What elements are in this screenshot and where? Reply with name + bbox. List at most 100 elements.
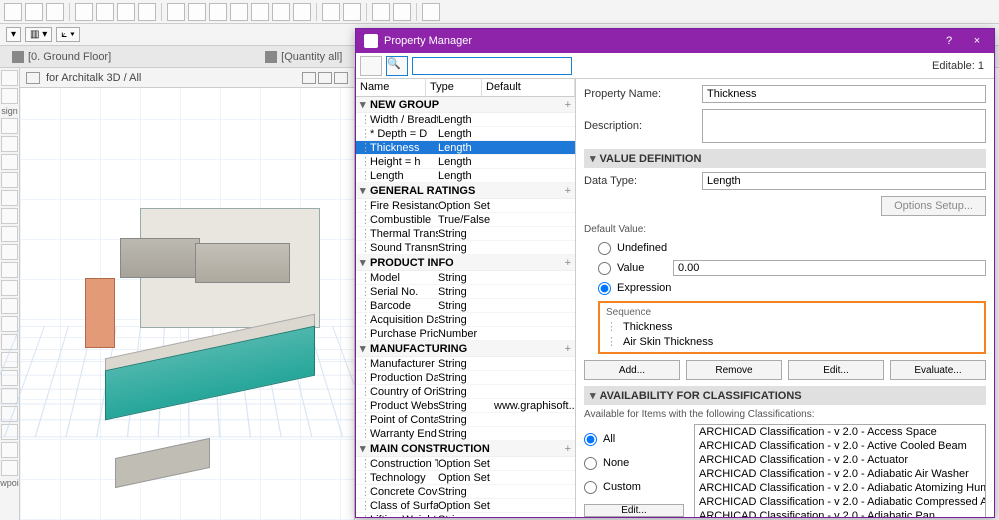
add-button[interactable]: Add...: [584, 360, 680, 380]
classification-item[interactable]: ARCHICAD Classification - v 2.0 - Active…: [695, 439, 985, 453]
radio-custom[interactable]: [584, 481, 597, 494]
property-row[interactable]: ⋮Height = hLength: [356, 155, 575, 169]
property-group[interactable]: ▾NEW GROUP+: [356, 97, 575, 113]
value-input[interactable]: 0.00: [673, 260, 986, 276]
tool-icon[interactable]: [272, 3, 290, 21]
property-group[interactable]: ▾MANUFACTURING+: [356, 341, 575, 357]
property-group[interactable]: ▾GENERAL RATINGS+: [356, 183, 575, 199]
shell-tool-icon[interactable]: [1, 280, 18, 296]
search-icon[interactable]: 🔍: [386, 56, 408, 76]
door-tool-icon[interactable]: [1, 136, 18, 152]
expression-item[interactable]: ⋮Air Skin Thickness: [606, 335, 978, 348]
radio-none[interactable]: [584, 457, 597, 470]
property-row[interactable]: ⋮Point of ContactString: [356, 413, 575, 427]
property-group[interactable]: ▾MAIN CONSTRUCTION+: [356, 441, 575, 457]
radio-all[interactable]: [584, 433, 597, 446]
slab-tool-icon[interactable]: [1, 208, 18, 224]
beam-tool-icon[interactable]: [1, 190, 18, 206]
property-row[interactable]: ⋮Concrete Cover a...String: [356, 485, 575, 499]
property-row[interactable]: ⋮Width / Breadth ...Length: [356, 113, 575, 127]
new-property-icon[interactable]: [360, 56, 382, 76]
remove-button[interactable]: Remove: [686, 360, 782, 380]
property-row[interactable]: ⋮ModelString: [356, 271, 575, 285]
tool-icon[interactable]: [343, 3, 361, 21]
tab-quantity-all[interactable]: [Quantity all]: [257, 49, 350, 65]
classification-item[interactable]: ARCHICAD Classification - v 2.0 - Adiaba…: [695, 481, 985, 495]
arrow-tool-icon[interactable]: [1, 70, 18, 86]
property-tree[interactable]: Name Type Default ▾NEW GROUP+⋮Width / Br…: [356, 79, 576, 517]
tool-icon[interactable]: [75, 3, 93, 21]
classification-list[interactable]: ARCHICAD Classification - v 2.0 - Access…: [694, 424, 986, 517]
selection-arrow-icon[interactable]: [422, 3, 440, 21]
tool-icon[interactable]: [4, 3, 22, 21]
classification-item[interactable]: ARCHICAD Classification - v 2.0 - Actuat…: [695, 453, 985, 467]
stair-tool-icon[interactable]: [1, 244, 18, 260]
tool-icon[interactable]: [251, 3, 269, 21]
marquee-tool-icon[interactable]: [1, 88, 18, 104]
curtain-wall-tool-icon[interactable]: [1, 298, 18, 314]
property-row[interactable]: ⋮* Depth = DLength: [356, 127, 575, 141]
property-group[interactable]: ▾PRODUCT INFO+: [356, 255, 575, 271]
property-row[interactable]: ⋮BarcodeString: [356, 299, 575, 313]
wall-tool-icon[interactable]: [1, 118, 18, 134]
radio-value[interactable]: [598, 262, 611, 275]
tool-icon[interactable]: [167, 3, 185, 21]
tool-icon[interactable]: [46, 3, 64, 21]
morph-tool-icon[interactable]: [1, 316, 18, 332]
col-default[interactable]: Default: [482, 79, 575, 96]
tool-icon[interactable]: [96, 3, 114, 21]
edit-classif-button[interactable]: Edit...: [584, 504, 684, 517]
tool-icon[interactable]: [372, 3, 390, 21]
property-row[interactable]: ⋮CombustibleTrue/False: [356, 213, 575, 227]
col-type[interactable]: Type: [426, 79, 482, 96]
dialog-titlebar[interactable]: Property Manager ? ×: [356, 29, 994, 53]
tab-ground-floor[interactable]: [0. Ground Floor]: [4, 49, 119, 65]
expression-list[interactable]: Sequence ⋮Thickness⋮Air Skin Thickness: [598, 301, 986, 354]
section-value-definition[interactable]: ▾ VALUE DEFINITION: [584, 149, 986, 168]
tool-icon[interactable]: [25, 3, 43, 21]
classification-item[interactable]: ARCHICAD Classification - v 2.0 - Adiaba…: [695, 495, 985, 509]
edit-button[interactable]: Edit...: [788, 360, 884, 380]
tool-icon[interactable]: [393, 3, 411, 21]
property-row[interactable]: ⋮Serial No.String: [356, 285, 575, 299]
property-row[interactable]: ⋮Production DateString: [356, 371, 575, 385]
tool-icon[interactable]: [209, 3, 227, 21]
property-row[interactable]: ⋮Lifting WeightString: [356, 513, 575, 517]
window-min-icon[interactable]: [302, 72, 316, 84]
options-setup-button[interactable]: Options Setup...: [881, 196, 986, 216]
property-row[interactable]: ⋮ManufacturerString: [356, 357, 575, 371]
property-row[interactable]: ⋮Fire Resistance R...Option Set: [356, 199, 575, 213]
roof-tool-icon[interactable]: [1, 226, 18, 242]
property-row[interactable]: ⋮Country of OriginString: [356, 385, 575, 399]
classification-item[interactable]: ARCHICAD Classification - v 2.0 - Adiaba…: [695, 467, 985, 481]
model-slab[interactable]: [115, 438, 210, 488]
option-button[interactable]: ⟀ ▾: [56, 27, 80, 42]
property-name-input[interactable]: Thickness: [702, 85, 986, 103]
description-input[interactable]: [702, 109, 986, 143]
data-type-select[interactable]: Length: [702, 172, 986, 190]
close-button[interactable]: ×: [968, 35, 986, 47]
viewport-3d[interactable]: for Architalk 3D / All: [20, 68, 355, 520]
property-row[interactable]: ⋮Product WebsiteStringwww.graphisoft....: [356, 399, 575, 413]
property-row[interactable]: ⋮Warranty End DateString: [356, 427, 575, 441]
evaluate-button[interactable]: Evaluate...: [890, 360, 986, 380]
property-row[interactable]: ⋮Purchase PriceNumber: [356, 327, 575, 341]
fill-tool-icon[interactable]: [1, 442, 18, 458]
option-button[interactable]: ▾: [6, 27, 21, 42]
property-row[interactable]: ⋮LengthLength: [356, 169, 575, 183]
section-availability[interactable]: ▾ AVAILABILITY FOR CLASSIFICATIONS: [584, 386, 986, 405]
radio-expression[interactable]: [598, 282, 611, 295]
classification-item[interactable]: ARCHICAD Classification - v 2.0 - Adiaba…: [695, 509, 985, 517]
model-column[interactable]: [85, 278, 115, 348]
tool-icon[interactable]: [230, 3, 248, 21]
window-close-icon[interactable]: [334, 72, 348, 84]
col-name[interactable]: Name: [356, 79, 426, 96]
property-row[interactable]: ⋮Sound Transmissi...String: [356, 241, 575, 255]
radio-undefined[interactable]: [598, 242, 611, 255]
tool-icon[interactable]: [293, 3, 311, 21]
tool-icon[interactable]: [117, 3, 135, 21]
help-button[interactable]: ?: [940, 35, 958, 47]
tool-icon[interactable]: [138, 3, 156, 21]
search-input[interactable]: [412, 57, 572, 75]
mesh-tool-icon[interactable]: [1, 262, 18, 278]
